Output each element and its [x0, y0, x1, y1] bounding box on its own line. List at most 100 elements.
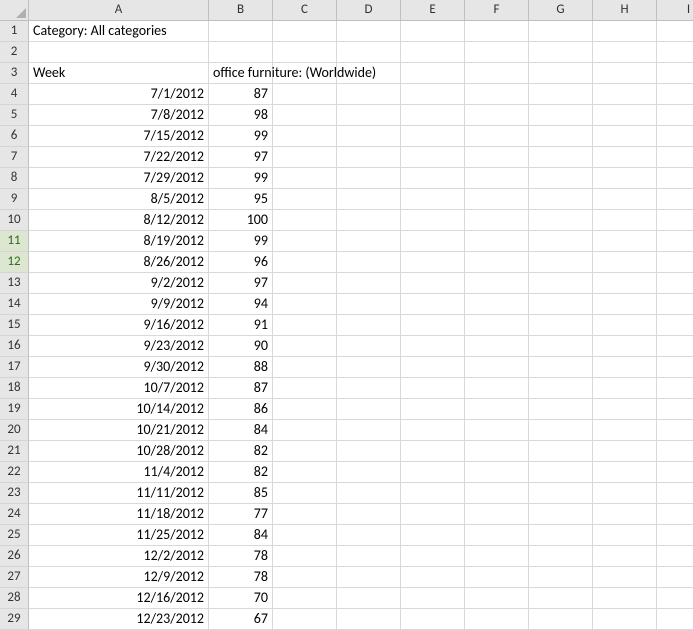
cell-B23[interactable]: 85	[209, 483, 273, 504]
cell-I3[interactable]	[657, 63, 693, 84]
cell-D22[interactable]	[337, 462, 401, 483]
row-header-26[interactable]: 26	[0, 546, 29, 567]
cell-E20[interactable]	[401, 420, 465, 441]
cell-H8[interactable]	[593, 168, 657, 189]
cell-H16[interactable]	[593, 336, 657, 357]
row-header-24[interactable]: 24	[0, 504, 29, 525]
cell-A23[interactable]: 11/11/2012	[29, 483, 209, 504]
cell-C5[interactable]	[273, 105, 337, 126]
cell-F22[interactable]	[465, 462, 529, 483]
cell-A7[interactable]: 7/22/2012	[29, 147, 209, 168]
cell-H3[interactable]	[593, 63, 657, 84]
cell-E29[interactable]	[401, 609, 465, 630]
cell-D6[interactable]	[337, 126, 401, 147]
cell-C9[interactable]	[273, 189, 337, 210]
row-header-8[interactable]: 8	[0, 168, 29, 189]
cell-F5[interactable]	[465, 105, 529, 126]
cell-G29[interactable]	[529, 609, 593, 630]
cell-D10[interactable]	[337, 210, 401, 231]
cell-H15[interactable]	[593, 315, 657, 336]
cell-F9[interactable]	[465, 189, 529, 210]
cell-H14[interactable]	[593, 294, 657, 315]
cell-G26[interactable]	[529, 546, 593, 567]
row-header-15[interactable]: 15	[0, 315, 29, 336]
cell-F28[interactable]	[465, 588, 529, 609]
cell-A11[interactable]: 8/19/2012	[29, 231, 209, 252]
cell-E27[interactable]	[401, 567, 465, 588]
cell-I1[interactable]	[657, 21, 693, 42]
cell-E26[interactable]	[401, 546, 465, 567]
cell-C17[interactable]	[273, 357, 337, 378]
cell-A14[interactable]: 9/9/2012	[29, 294, 209, 315]
cell-D28[interactable]	[337, 588, 401, 609]
cell-E4[interactable]	[401, 84, 465, 105]
cell-A10[interactable]: 8/12/2012	[29, 210, 209, 231]
cell-D4[interactable]	[337, 84, 401, 105]
cell-I11[interactable]	[657, 231, 693, 252]
cell-H4[interactable]	[593, 84, 657, 105]
cell-D12[interactable]	[337, 252, 401, 273]
cell-F27[interactable]	[465, 567, 529, 588]
cell-A24[interactable]: 11/18/2012	[29, 504, 209, 525]
cell-B25[interactable]: 84	[209, 525, 273, 546]
cell-I24[interactable]	[657, 504, 693, 525]
cell-A18[interactable]: 10/7/2012	[29, 378, 209, 399]
row-header-12[interactable]: 12	[0, 252, 29, 273]
column-header-H[interactable]: H	[593, 0, 657, 21]
column-header-I[interactable]: I	[657, 0, 693, 21]
cell-B21[interactable]: 82	[209, 441, 273, 462]
cell-G13[interactable]	[529, 273, 593, 294]
cell-D11[interactable]	[337, 231, 401, 252]
cell-A20[interactable]: 10/21/2012	[29, 420, 209, 441]
cell-F26[interactable]	[465, 546, 529, 567]
cell-F23[interactable]	[465, 483, 529, 504]
cell-F29[interactable]	[465, 609, 529, 630]
cell-E22[interactable]	[401, 462, 465, 483]
cell-I6[interactable]	[657, 126, 693, 147]
cell-B9[interactable]: 95	[209, 189, 273, 210]
row-header-27[interactable]: 27	[0, 567, 29, 588]
cell-A29[interactable]: 12/23/2012	[29, 609, 209, 630]
cell-C15[interactable]	[273, 315, 337, 336]
select-all-corner[interactable]	[0, 0, 29, 21]
cell-I2[interactable]	[657, 42, 693, 63]
cell-H9[interactable]	[593, 189, 657, 210]
cell-E15[interactable]	[401, 315, 465, 336]
cell-C1[interactable]	[273, 21, 337, 42]
row-header-17[interactable]: 17	[0, 357, 29, 378]
row-header-18[interactable]: 18	[0, 378, 29, 399]
cell-A1[interactable]: Category: All categories	[29, 21, 209, 42]
cell-E10[interactable]	[401, 210, 465, 231]
column-header-E[interactable]: E	[401, 0, 465, 21]
cell-F10[interactable]	[465, 210, 529, 231]
cell-G16[interactable]	[529, 336, 593, 357]
cell-I10[interactable]	[657, 210, 693, 231]
cell-D27[interactable]	[337, 567, 401, 588]
row-header-23[interactable]: 23	[0, 483, 29, 504]
cell-D16[interactable]	[337, 336, 401, 357]
cell-I5[interactable]	[657, 105, 693, 126]
cell-H26[interactable]	[593, 546, 657, 567]
row-header-29[interactable]: 29	[0, 609, 29, 630]
cell-D20[interactable]	[337, 420, 401, 441]
cell-E13[interactable]	[401, 273, 465, 294]
cell-A5[interactable]: 7/8/2012	[29, 105, 209, 126]
cell-C26[interactable]	[273, 546, 337, 567]
cell-B12[interactable]: 96	[209, 252, 273, 273]
cell-B14[interactable]: 94	[209, 294, 273, 315]
cell-E16[interactable]	[401, 336, 465, 357]
cell-E17[interactable]	[401, 357, 465, 378]
cell-E23[interactable]	[401, 483, 465, 504]
cell-F3[interactable]	[465, 63, 529, 84]
cell-B16[interactable]: 90	[209, 336, 273, 357]
cell-C25[interactable]	[273, 525, 337, 546]
cell-C29[interactable]	[273, 609, 337, 630]
cell-G24[interactable]	[529, 504, 593, 525]
cell-H17[interactable]	[593, 357, 657, 378]
cell-E8[interactable]	[401, 168, 465, 189]
cell-B11[interactable]: 99	[209, 231, 273, 252]
cell-F12[interactable]	[465, 252, 529, 273]
cell-E12[interactable]	[401, 252, 465, 273]
cell-I7[interactable]	[657, 147, 693, 168]
cell-C24[interactable]	[273, 504, 337, 525]
